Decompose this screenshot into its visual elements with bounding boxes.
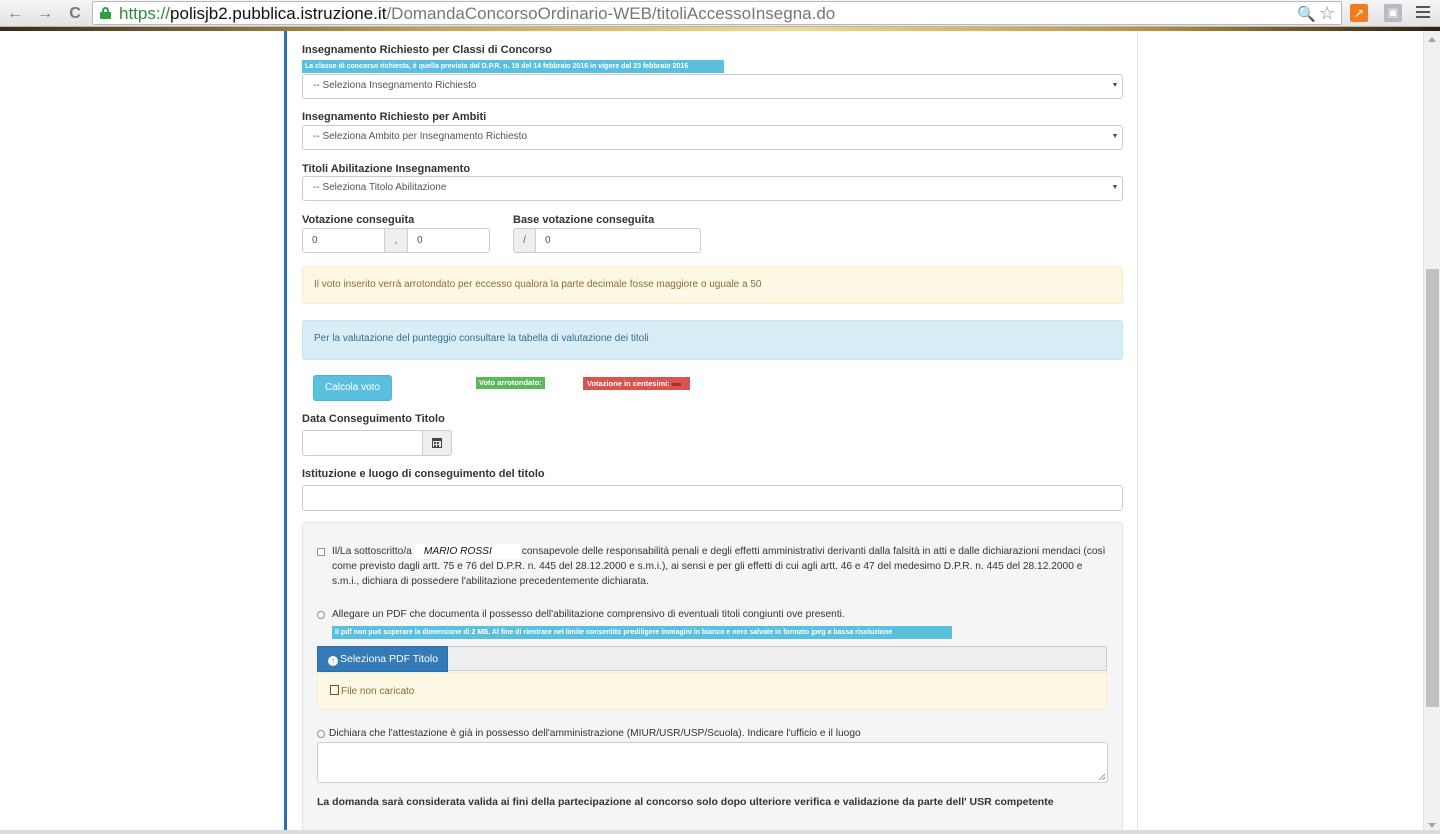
pdf-size-hint-badge: Il pdf non può superare la dimensione di… <box>332 626 952 639</box>
content-left-border <box>284 31 287 834</box>
dichiara-option-radio[interactable] <box>317 730 325 738</box>
ambiti-select-value: -- Seleziona Ambito per Insegnamento Ric… <box>313 131 528 142</box>
file-status-text: File non caricato <box>341 686 415 697</box>
chevron-down-icon <box>1113 134 1117 138</box>
url-text[interactable]: https://polisjb2.pubblica.istruzione.it/… <box>119 4 835 24</box>
base-slash-addon: / <box>513 228 536 253</box>
select-pdf-label: Seleziona PDF Titolo <box>340 653 439 665</box>
browser-toolbar: ← → C https://polisjb2.pubblica.istruzio… <box>0 0 1440 27</box>
istituzione-label: Istituzione e luogo di conseguimento del… <box>302 468 545 480</box>
forward-arrow-icon[interactable]: → <box>34 4 56 24</box>
validation-note: La domanda sarà considerata valida ai fi… <box>317 796 1054 808</box>
upload-icon: ↑ <box>328 656 338 666</box>
titoli-select-value: -- Seleziona Titolo Abilitazione <box>313 182 447 193</box>
calcola-voto-button[interactable]: Calcola voto <box>313 375 392 401</box>
pdf-option-radio[interactable] <box>317 611 325 619</box>
declaration-prefix: Il/La sottoscritto/a <box>332 546 412 557</box>
scroll-thumb[interactable] <box>1426 269 1439 707</box>
extension-puzzle-icon[interactable]: ▣ <box>1384 4 1402 22</box>
lock-icon <box>100 7 111 19</box>
classi-hint-badge: La classe di concorso richiesta, è quell… <box>302 60 724 73</box>
valutazione-info-alert: Per la valutazione del punteggio consult… <box>302 320 1123 360</box>
zoom-icon[interactable]: 🔍 <box>1297 5 1316 23</box>
voto-arrotondato-badge: Voto arrotondato: <box>476 377 545 389</box>
data-label: Data Conseguimento Titolo <box>302 413 445 425</box>
file-status-alert: File non caricato <box>317 672 1107 710</box>
base-label: Base votazione conseguita <box>513 214 655 226</box>
bookmark-star-icon[interactable]: ☆ <box>1319 3 1335 24</box>
dichiara-option-label: Dichiara che l'attestazione è già in pos… <box>329 728 861 739</box>
votazione-centesimi-badge: Votazione in centesimi: <box>583 377 690 390</box>
reload-icon[interactable]: C <box>64 4 86 24</box>
url-scheme: https:// <box>119 4 171 23</box>
calendar-button[interactable] <box>422 430 452 456</box>
data-conseguimento-input[interactable] <box>302 430 423 456</box>
votazione-integer-input[interactable]: 0 <box>302 228 385 253</box>
votazione-decimal-input[interactable]: 0 <box>407 228 490 253</box>
extension-chart-icon[interactable]: ↗ <box>1350 4 1368 22</box>
chevron-down-icon <box>1113 83 1117 87</box>
url-host: polisjb2.pubblica.istruzione.it <box>170 4 387 23</box>
titoli-select[interactable]: -- Seleziona Titolo Abilitazione <box>302 176 1123 201</box>
titoli-label: Titoli Abilitazione Insegnamento <box>302 163 471 175</box>
istituzione-input[interactable] <box>302 485 1123 511</box>
classi-select[interactable]: -- Seleziona Insegnamento Richiesto <box>302 74 1123 99</box>
address-bar[interactable]: https://polisjb2.pubblica.istruzione.it/… <box>92 1 1342 25</box>
url-path: /DomandaConcorsoOrdinario-WEB/titoliAcce… <box>386 4 836 23</box>
select-pdf-button[interactable]: ↑ Seleziona PDF Titolo <box>317 646 448 672</box>
rounding-warning-alert: Il voto inserito verrà arrotondato per e… <box>302 266 1123 304</box>
content-right-border <box>1137 31 1138 834</box>
scroll-down-arrow-icon[interactable] <box>1428 823 1436 828</box>
browser-menu-icon[interactable] <box>1416 6 1430 20</box>
calendar-icon <box>432 438 442 448</box>
base-votazione-input[interactable]: 0 <box>535 228 701 253</box>
votazione-centesimi-label: Votazione in centesimi: <box>587 379 670 388</box>
page-scrollbar[interactable] <box>1423 31 1440 834</box>
chevron-down-icon <box>1113 185 1117 189</box>
declarant-name: MARIO ROSSI <box>413 544 520 559</box>
scroll-up-arrow-icon[interactable] <box>1428 37 1436 42</box>
classi-select-value: -- Seleziona Insegnamento Richiesto <box>313 80 477 91</box>
file-icon <box>330 685 339 695</box>
votazione-label: Votazione conseguita <box>302 214 415 226</box>
back-arrow-icon[interactable]: ← <box>4 4 26 24</box>
classi-label: Insegnamento Richiesto per Classi di Con… <box>302 44 552 56</box>
ufficio-luogo-textarea[interactable] <box>317 742 1108 783</box>
resize-grip-icon[interactable] <box>1099 774 1105 780</box>
declaration-checkbox[interactable] <box>317 548 325 556</box>
theme-strip <box>0 27 1440 31</box>
taskbar-strip <box>0 830 1440 834</box>
declaration-text: Il/La sottoscritto/a MARIO ROSSI consapevo… <box>332 544 1107 589</box>
votazione-comma-addon: , <box>384 228 408 253</box>
pdf-option-label: Allegare un PDF che documenta il possess… <box>332 609 845 620</box>
ambiti-select[interactable]: -- Seleziona Ambito per Insegnamento Ric… <box>302 125 1123 150</box>
ambiti-label: Insegnamento Richiesto per Ambiti <box>302 111 487 123</box>
